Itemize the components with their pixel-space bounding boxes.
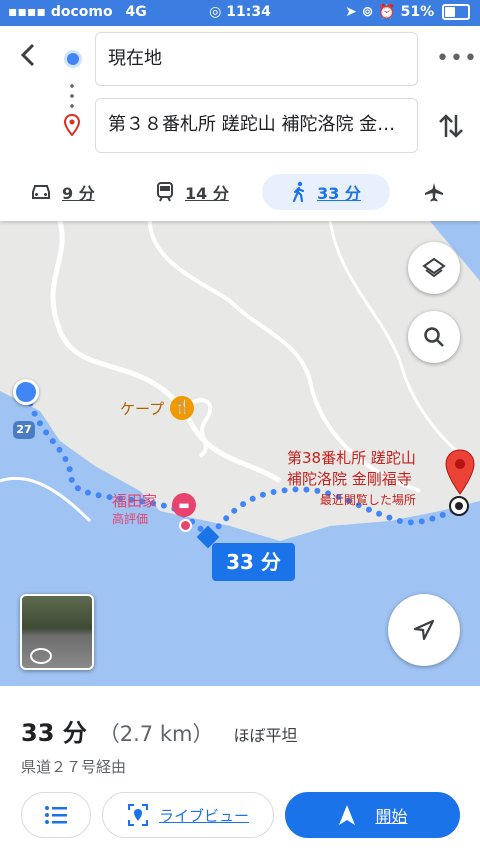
route-via: 県道２７号経由 [21, 758, 127, 776]
destination-line1: 第38番札所 蹉跎山 [287, 449, 416, 467]
navigation-arrow-icon: ➤ [345, 4, 357, 20]
destination-note: 最近閲覧した場所 [319, 493, 416, 507]
battery-percent: 51% [400, 4, 435, 20]
route-summary-line: 33 分 （2.7 km） ほぼ平坦 [21, 713, 297, 748]
destination-pin-icon [64, 114, 80, 136]
mode-transit-label: 14 分 [185, 184, 229, 203]
swap-icon[interactable] [437, 111, 465, 141]
train-icon [157, 182, 173, 202]
steps-button[interactable] [21, 792, 91, 838]
recenter-button[interactable] [388, 594, 460, 666]
live-view-label: ライブビュー [158, 806, 249, 825]
route-terrain: ほぼ平坦 [233, 726, 298, 745]
hotel-rating: 高評価 [112, 512, 149, 526]
status-bar: ▪▪▪▪ docomo 4G ◎ 11:34 ➤ ⊚ ⏰ 51% [0, 0, 480, 26]
hotel-icon: ▬ [172, 493, 196, 517]
mode-transit-tab[interactable]: 14 分 [155, 172, 229, 212]
alarm-icon: ⏰ [378, 4, 396, 20]
back-arrow-icon [20, 43, 35, 67]
mode-car-tab[interactable]: 9 分 [30, 172, 95, 212]
destination-label[interactable]: 第38番札所 蹉跎山 補陀洛院 金剛福寺 最近閲覧した場所 [287, 448, 416, 511]
road-shield-27: 27 [13, 421, 35, 439]
origin-dot-icon [67, 53, 79, 65]
navigation-arrow-icon [413, 619, 435, 641]
search-button[interactable] [408, 311, 460, 363]
origin-field[interactable]: 現在地 [95, 32, 418, 86]
map-view[interactable]: 27 ケープ 🍴 福田家 高評価 ▬ 第38番札所 蹉跎山 補陀洛院 金剛福寺 … [0, 221, 480, 686]
destination-line2: 補陀洛院 金剛福寺 [287, 470, 412, 488]
destination-field[interactable]: 第３８番札所 蹉跎山 補陀洛院 金… [95, 98, 418, 153]
mode-car-label: 9 分 [62, 184, 95, 203]
destination-marker-icon[interactable] [444, 449, 476, 495]
battery-icon [442, 4, 470, 20]
orientation-lock-icon: ⊚ [361, 4, 374, 20]
current-location-dot [13, 379, 39, 405]
start-button[interactable]: 開始 [285, 792, 460, 838]
street-view-360-icon [30, 648, 52, 664]
mode-walk-tab[interactable]: 33 分 [262, 174, 390, 210]
poi-hotel[interactable]: 福田家 高評価 [112, 492, 157, 528]
list-icon [45, 806, 67, 824]
mode-walk-label: 33 分 [317, 184, 361, 203]
airplane-icon [425, 183, 443, 202]
street-view-thumbnail[interactable] [20, 594, 94, 670]
start-label: 開始 [375, 807, 408, 826]
restaurant-icon: 🍴 [170, 396, 195, 420]
hotel-name: 福田家 [112, 492, 158, 510]
back-button[interactable] [14, 40, 44, 74]
layers-icon [422, 257, 446, 278]
route-distance: （2.7 km） [98, 722, 214, 746]
poi-cafe[interactable]: ケープ 🍴 [120, 396, 195, 420]
live-view-icon [127, 804, 148, 826]
navigation-start-icon [339, 805, 356, 825]
route-duration-badge[interactable]: 33 分 [212, 543, 295, 581]
status-time: 11:34 [226, 4, 271, 20]
route-summary-panel: 33 分 （2.7 km） ほぼ平坦 県道２７号経由 ライブビュー 開始 [0, 686, 480, 854]
mode-flight-tab[interactable] [423, 172, 445, 212]
destination-endpoint-icon [449, 496, 469, 516]
walking-icon [292, 181, 305, 203]
live-view-button[interactable]: ライブビュー [102, 792, 274, 838]
directions-header: 現在地 第３８番札所 蹉跎山 補陀洛院 金… ••• 9 分 14 分 33 分 [0, 26, 480, 221]
car-icon [32, 185, 50, 199]
route-dots-icon [70, 81, 74, 111]
location-services-icon: ◎ [209, 4, 222, 20]
route-duration: 33 分 [21, 719, 87, 747]
layers-button[interactable] [408, 242, 460, 294]
more-options-icon[interactable]: ••• [436, 46, 478, 71]
status-right: ➤ ⊚ ⏰ 51% [345, 4, 470, 20]
search-icon [424, 327, 444, 347]
hotel-pin-dot [179, 519, 192, 532]
cafe-label: ケープ [120, 399, 165, 418]
